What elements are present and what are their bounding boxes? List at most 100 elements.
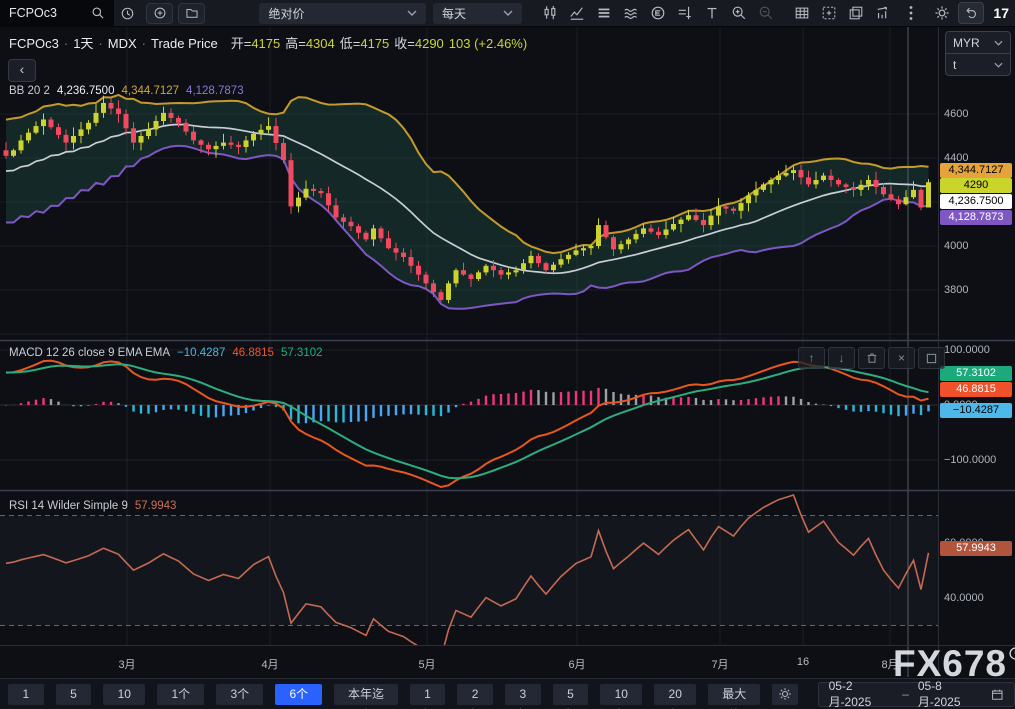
chevron-down-icon <box>503 10 513 16</box>
symbol-info[interactable]: FCPOc3 · 1天 · MDX · Trade Price 开=4175 高… <box>9 33 527 52</box>
table-view-button[interactable] <box>788 2 815 24</box>
macd-signal-value: 57.3102 <box>281 347 323 359</box>
lines-stack-icon <box>596 5 612 21</box>
align-plus-icon <box>677 5 693 21</box>
expand-view-button[interactable] <box>815 2 842 24</box>
range-button-13[interactable]: 20年 <box>654 684 696 705</box>
delete-pane-button[interactable] <box>858 347 885 369</box>
bb-upper-value: 4,344.7127 <box>121 85 179 97</box>
clock-badge-icon <box>1008 646 1015 661</box>
maximize-icon <box>926 353 937 364</box>
zoom-out-icon <box>758 5 774 21</box>
waves-icon <box>623 5 639 21</box>
low-value: 4175 <box>360 36 389 51</box>
folder-icon <box>185 6 199 20</box>
range-toolbar: 1天 5天 10天 1个月 3个月 6个月本年迄今 1年 2年 3年 5年 10年 20年最大值 05… <box>0 678 1015 709</box>
symbol-exchange: MDX <box>108 36 137 51</box>
gear-icon <box>778 687 792 701</box>
candlestick-icon <box>542 5 558 21</box>
more-options-button[interactable] <box>902 2 920 24</box>
range-settings-button[interactable] <box>772 684 797 705</box>
symbol-interval: 1天 <box>73 33 93 52</box>
copy-pages-icon <box>848 5 864 21</box>
gear-icon <box>934 5 950 21</box>
axis-settings-button[interactable] <box>671 2 698 24</box>
layouts-folder-button[interactable] <box>178 3 205 24</box>
undo-icon <box>964 6 978 20</box>
bb-legend[interactable]: BB 20 2 4,236.7500 4,344.7127 4,128.7873 <box>9 85 244 97</box>
symbol-series: Trade Price <box>151 36 218 51</box>
legend-collapse-button[interactable]: ‹ <box>8 59 36 82</box>
interval-value: 每天 <box>442 5 466 22</box>
top-toolbar: FCPOc3 绝对价 每天 17 <box>0 0 1015 27</box>
unit-value: t <box>953 58 956 72</box>
zoom-out-button[interactable] <box>752 2 779 24</box>
price-mode-value: 绝对价 <box>268 5 304 22</box>
currency-unit-selector: MYR t <box>945 31 1011 76</box>
price-mode-dropdown[interactable]: 绝对价 <box>259 3 426 24</box>
unit-dropdown[interactable]: t <box>946 53 1010 75</box>
rsi-value: 57.9943 <box>135 500 177 512</box>
range-button-7[interactable]: 本年迄今 <box>334 684 397 705</box>
macd-line-value: 46.8815 <box>232 347 274 359</box>
symbol-search-text: FCPOc3 <box>9 6 57 20</box>
compare-button[interactable] <box>617 2 644 24</box>
calendar-icon <box>991 688 1004 701</box>
currency-dropdown[interactable]: MYR <box>946 32 1010 53</box>
bar-chart-arrow-icon <box>875 5 891 21</box>
tradingview-logo[interactable]: 17 <box>993 5 1009 21</box>
circled-e-icon <box>650 5 666 21</box>
rsi-legend[interactable]: RSI 14 Wilder Simple 9 57.9943 <box>9 500 176 512</box>
undo-button[interactable] <box>958 2 984 24</box>
bb-basis-value: 4,236.7500 <box>57 85 115 97</box>
move-pane-down-button[interactable]: ↓ <box>828 347 855 369</box>
maximize-pane-button[interactable] <box>918 347 945 369</box>
trading-chart-app: 4600440040003800100.00000.0000−100.00006… <box>0 0 1015 709</box>
report-button[interactable] <box>869 2 896 24</box>
high-value: 4304 <box>306 36 335 51</box>
duplicate-button[interactable] <box>842 2 869 24</box>
add-symbol-button[interactable] <box>146 3 173 24</box>
time-history-button[interactable] <box>114 2 141 24</box>
date-range-picker[interactable]: 05-2月-2025 – 05-8月-2025 <box>818 682 1015 707</box>
range-button-4[interactable]: 1个月 <box>157 684 204 705</box>
watermark-text: FX678 <box>893 643 1007 685</box>
range-button-1[interactable]: 1天 <box>8 684 44 705</box>
move-pane-up-button[interactable]: ↑ <box>798 347 825 369</box>
events-button[interactable] <box>644 2 671 24</box>
chevron-down-icon <box>994 40 1003 46</box>
interval-dropdown[interactable]: 每天 <box>433 3 522 24</box>
symbol-search[interactable]: FCPOc3 <box>0 0 114 27</box>
currency-value: MYR <box>953 36 980 50</box>
settings-button[interactable] <box>928 2 955 24</box>
macd-legend[interactable]: MACD 12 26 close 9 EMA EMA −10.4287 46.8… <box>9 347 323 359</box>
symbol-name: FCPOc3 <box>9 36 59 51</box>
range-button-3[interactable]: 10天 <box>103 684 145 705</box>
range-button-8[interactable]: 1年 <box>410 684 446 705</box>
chevron-down-icon <box>994 62 1003 68</box>
range-button-12[interactable]: 10年 <box>600 684 642 705</box>
text-tool-button[interactable] <box>698 2 725 24</box>
expand-plus-icon <box>821 5 837 21</box>
trash-icon <box>866 352 878 364</box>
range-button-6[interactable]: 6个月 <box>275 684 322 705</box>
macd-pane-controls: ↑ ↓ × <box>798 347 945 369</box>
chart-style-button[interactable] <box>536 2 563 24</box>
range-button-2[interactable]: 5天 <box>56 684 92 705</box>
range-button-5[interactable]: 3个月 <box>216 684 263 705</box>
close-pane-button[interactable]: × <box>888 347 915 369</box>
range-button-9[interactable]: 2年 <box>457 684 493 705</box>
zoom-in-button[interactable] <box>725 2 752 24</box>
change-value: 103 (+2.46%) <box>449 36 527 51</box>
close-value: 4290 <box>415 36 444 51</box>
zoom-in-icon <box>731 5 747 21</box>
range-button-11[interactable]: 5年 <box>553 684 589 705</box>
date-from: 05-2月-2025 <box>829 679 894 709</box>
dots-vertical-icon <box>909 5 913 21</box>
range-button-14[interactable]: 最大值 <box>708 684 760 705</box>
indicators-button[interactable] <box>563 2 590 24</box>
chevron-down-icon <box>407 10 417 16</box>
templates-button[interactable] <box>590 2 617 24</box>
open-value: 4175 <box>251 36 280 51</box>
range-button-10[interactable]: 3年 <box>505 684 541 705</box>
